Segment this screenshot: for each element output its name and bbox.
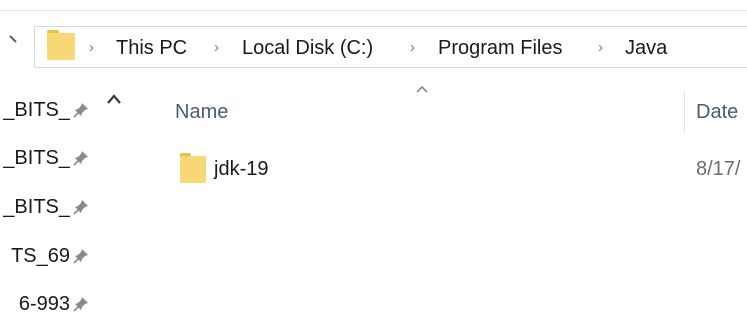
sort-ascending-icon (416, 85, 428, 93)
nav-item-label: _BITS_ (3, 196, 70, 218)
chevron-up-icon[interactable] (105, 92, 123, 106)
nav-item-label: _BITS_ (3, 99, 70, 121)
breadcrumb-separator[interactable]: › (89, 37, 94, 59)
breadcrumb-separator[interactable]: › (410, 37, 415, 59)
nav-item-label: TS_69 (11, 245, 70, 267)
pin-icon[interactable] (72, 198, 90, 216)
folder-icon (180, 153, 206, 183)
pin-icon[interactable] (72, 295, 90, 313)
file-date: 8/17/ (696, 158, 741, 180)
column-header-name[interactable]: Name (175, 100, 228, 124)
list-item[interactable]: jdk-19 8/17/ (170, 150, 747, 188)
breadcrumb-program-files[interactable]: Program Files (438, 36, 562, 60)
nav-item-label: 6-993 (18, 293, 70, 315)
pin-icon[interactable] (72, 149, 90, 167)
up-arrow-icon[interactable] (4, 30, 24, 50)
breadcrumb-local-disk[interactable]: Local Disk (C:) (242, 36, 373, 60)
column-divider[interactable] (684, 90, 685, 134)
breadcrumb-java[interactable]: Java (625, 36, 667, 60)
breadcrumb-separator[interactable]: › (598, 37, 603, 59)
column-header-date[interactable]: Date (696, 100, 738, 124)
nav-item[interactable]: 6-993 (0, 290, 110, 318)
breadcrumb-this-pc[interactable]: This PC (116, 36, 187, 60)
nav-item[interactable]: TS_69 (0, 242, 110, 270)
breadcrumb-separator[interactable]: › (214, 37, 219, 59)
file-name: jdk-19 (214, 158, 269, 180)
nav-item[interactable]: _BITS_ (0, 96, 110, 124)
nav-item[interactable]: _BITS_ (0, 144, 110, 172)
pin-icon[interactable] (72, 247, 90, 265)
file-explorer-window: › This PC › Local Disk (C:) › Program Fi… (0, 0, 747, 318)
pin-icon[interactable] (72, 101, 90, 119)
nav-item[interactable]: _BITS_ (0, 193, 110, 221)
nav-item-label: _BITS_ (3, 147, 70, 169)
ribbon-divider (0, 10, 747, 11)
folder-icon (47, 30, 75, 60)
